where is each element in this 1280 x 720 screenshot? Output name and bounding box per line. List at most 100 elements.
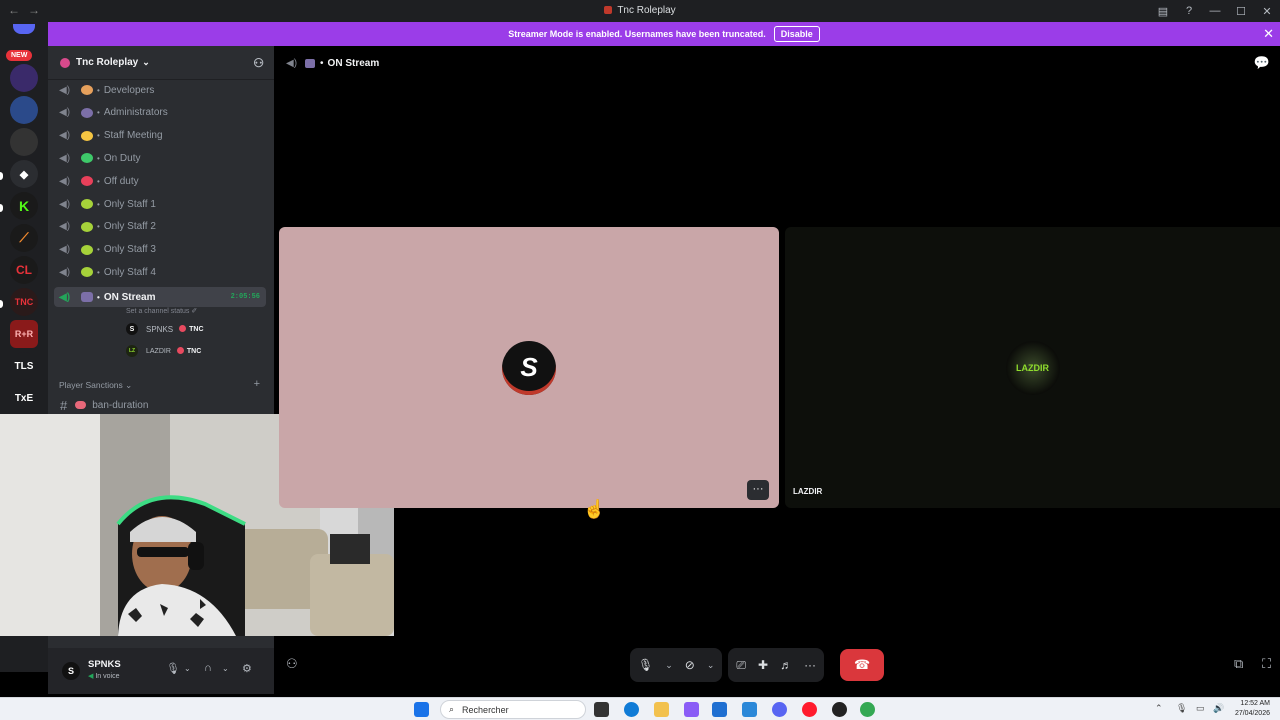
gear-icon[interactable]: ⚙: [242, 662, 252, 675]
camera-off-icon[interactable]: ⊘: [685, 658, 695, 672]
disconnect-button[interactable]: ☎: [840, 649, 885, 681]
minimize-icon[interactable]: —: [1202, 5, 1228, 17]
channel-name: Only Staff 2: [103, 221, 156, 233]
server-tls-icon[interactable]: TLS: [10, 352, 38, 380]
popout-icon[interactable]: ⧉: [1234, 656, 1243, 672]
more-options-button[interactable]: ···: [747, 480, 769, 500]
category-player-sanctions[interactable]: Player Sanctions ⌄: [59, 380, 132, 391]
server-icon[interactable]: CL: [10, 256, 38, 284]
voice-channel[interactable]: ◀) • Only Staff 3: [54, 240, 266, 260]
edge-icon[interactable]: [624, 702, 639, 717]
server-icon[interactable]: [10, 96, 38, 124]
server-icon[interactable]: R+R: [10, 320, 38, 348]
speaker-icon: ◀): [59, 152, 71, 164]
chevron-down-icon[interactable]: ⌄: [184, 664, 191, 673]
tray-chevron-icon[interactable]: ⌃: [1155, 703, 1163, 714]
close-banner-icon[interactable]: ✕: [1263, 26, 1274, 42]
speaker-icon: ◀): [59, 198, 71, 210]
soundboard-icon[interactable]: ♬: [780, 658, 792, 672]
speaker-icon: ◀): [59, 266, 71, 278]
more-icon[interactable]: ···: [804, 658, 816, 672]
app-icon[interactable]: [684, 702, 699, 717]
close-window-icon[interactable]: ✕: [1254, 5, 1280, 18]
voice-channel[interactable]: ◀) • Off duty: [54, 171, 266, 191]
server-icon[interactable]: TNC: [10, 288, 38, 316]
voice-user-name: SPNKS: [146, 324, 174, 334]
new-badge[interactable]: NEW: [6, 50, 33, 61]
avatar: S: [126, 323, 138, 335]
app-icon[interactable]: [832, 702, 847, 717]
discord-icon[interactable]: [772, 702, 787, 717]
window-title: Tnc Roleplay: [0, 5, 1280, 16]
server-icon[interactable]: [10, 128, 38, 156]
mail-icon[interactable]: [742, 702, 757, 717]
window-titlebar: ←→ Tnc Roleplay ▤ ? — ☐ ✕: [0, 0, 1280, 22]
unread-pip: [0, 204, 3, 212]
app-icon: [604, 6, 613, 14]
channel-emoji-icon: [81, 244, 93, 255]
chevron-down-icon[interactable]: ⌄: [707, 660, 715, 671]
text-channel[interactable]: # ban-duration: [60, 396, 148, 414]
channel-name: ON Stream: [103, 291, 156, 303]
add-channel-icon[interactable]: +: [254, 378, 260, 390]
server-header[interactable]: Tnc Roleplay ⌄ ⚇: [48, 46, 274, 80]
channel-emoji-icon: [81, 292, 93, 302]
voice-channel[interactable]: ◀) • Only Staff 2: [54, 217, 266, 237]
voice-channel[interactable]: ◀) • On Duty: [54, 148, 266, 168]
file-explorer-icon[interactable]: [654, 702, 669, 717]
voice-user[interactable]: S SPNKS TNC: [126, 320, 204, 338]
activities-icon[interactable]: ✚: [758, 658, 768, 672]
channel-name: Only Staff 3: [103, 244, 156, 256]
chevron-down-icon[interactable]: ⌄: [222, 664, 229, 673]
network-icon[interactable]: ▭: [1196, 703, 1205, 714]
headphones-icon[interactable]: ∩: [204, 662, 212, 674]
taskbar-search[interactable]: ⌕ Rechercher: [440, 700, 586, 719]
chrome-icon[interactable]: [860, 702, 875, 717]
voice-channel[interactable]: ◀) • Only Staff 1: [54, 194, 266, 214]
call-timer: 2:05:56: [230, 293, 260, 301]
voice-channel[interactable]: ◀) • Only Staff 4: [54, 262, 266, 282]
opera-icon[interactable]: [802, 702, 817, 717]
channel-emoji-icon: [81, 176, 93, 187]
avatar: S: [502, 340, 556, 395]
home-icon[interactable]: [13, 24, 35, 34]
maximize-icon[interactable]: ☐: [1228, 5, 1254, 18]
voice-channel[interactable]: ◀) • Developers: [54, 80, 266, 100]
server-txe-icon[interactable]: TxE: [10, 384, 38, 412]
add-member-icon[interactable]: ⚇: [253, 56, 264, 70]
hash-icon: #: [60, 397, 68, 413]
task-view-icon[interactable]: [594, 702, 609, 717]
screen-share-icon[interactable]: ⎚: [736, 658, 746, 673]
username: SPNKS: [88, 659, 121, 670]
server-icon[interactable]: ◆: [10, 160, 38, 188]
voice-user[interactable]: LZ LAZDIR TNC: [126, 342, 201, 360]
taskbar-clock[interactable]: 12:52 AM 27/04/2026: [1235, 699, 1270, 719]
activity-icon[interactable]: ⚇: [286, 656, 298, 672]
voice-channel[interactable]: ◀) • Administrators: [54, 103, 266, 123]
voice-channel[interactable]: ◀) • Staff Meeting: [54, 126, 266, 146]
call-controls: 🎙 ⌄ ⊘ ⌄ ⎚ ✚ ♬ ··· ☎: [630, 648, 885, 682]
fullscreen-icon[interactable]: ⛶: [1262, 656, 1271, 672]
start-icon[interactable]: [414, 702, 429, 717]
avatar[interactable]: S: [62, 662, 80, 680]
disable-streamer-mode-button[interactable]: Disable: [773, 26, 820, 42]
server-icon[interactable]: [10, 64, 38, 92]
channel-emoji-icon: [305, 58, 316, 68]
kick-server-icon[interactable]: K: [10, 192, 38, 220]
separator: •: [97, 267, 100, 277]
inbox-icon[interactable]: ▤: [1150, 5, 1176, 18]
volume-icon[interactable]: 🔊: [1213, 703, 1224, 714]
chevron-down-icon[interactable]: ⌄: [665, 660, 673, 671]
participant-tile[interactable]: LAZDIR LAZDIR: [785, 227, 1280, 508]
mic-icon[interactable]: 🎙: [166, 662, 180, 675]
chat-icon[interactable]: 💬: [1254, 55, 1270, 71]
store-icon[interactable]: [712, 702, 727, 717]
mic-icon[interactable]: 🎙: [638, 658, 653, 672]
set-channel-status[interactable]: Set a channel status ✐: [126, 307, 197, 315]
mic-icon[interactable]: 🎙: [1176, 703, 1187, 714]
help-icon[interactable]: ?: [1176, 5, 1202, 17]
voice-channel-active[interactable]: ◀) • ON Stream 2:05:56: [54, 287, 266, 307]
user-status-text: In voice: [95, 673, 120, 680]
participant-tile[interactable]: S ···: [279, 227, 779, 508]
server-icon[interactable]: ⟋: [10, 224, 38, 252]
